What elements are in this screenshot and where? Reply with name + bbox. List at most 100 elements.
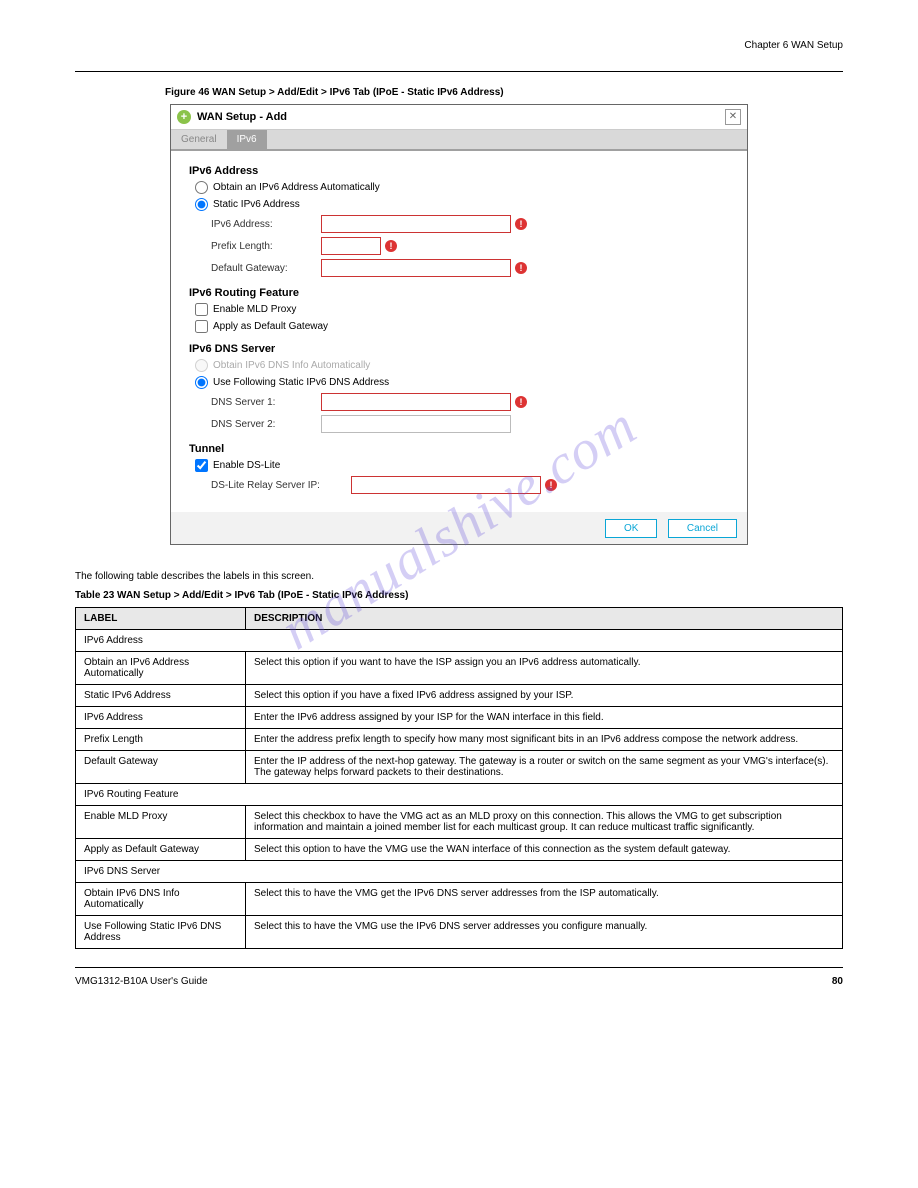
footer: VMG1312-B10A User's Guide 80 <box>75 976 843 987</box>
label-cell: Enable MLD Proxy <box>76 806 246 839</box>
label-cell: Static IPv6 Address <box>76 685 246 707</box>
dns1-row: DNS Server 1: ! <box>189 393 729 411</box>
table-row: Static IPv6 AddressSelect this option if… <box>76 685 843 707</box>
table-row: IPv6 Address <box>76 630 843 652</box>
description-table: LABEL DESCRIPTION IPv6 AddressObtain an … <box>75 607 843 949</box>
cancel-button[interactable]: Cancel <box>668 519 737 538</box>
ok-button[interactable]: OK <box>605 519 657 538</box>
prefix-length-label: Prefix Length: <box>211 241 321 252</box>
prefix-length-input[interactable] <box>321 237 381 255</box>
warning-icon: ! <box>515 262 527 274</box>
table-row: Default GatewayEnter the IP address of t… <box>76 751 843 784</box>
radio-obtain-auto-row[interactable]: Obtain an IPv6 Address Automatically <box>189 181 729 194</box>
table-row: Obtain IPv6 DNS Info AutomaticallySelect… <box>76 883 843 916</box>
wan-setup-modal: + WAN Setup - Add ✕ General IPv6 IPv6 Ad… <box>170 104 748 545</box>
section-cell: IPv6 DNS Server <box>76 861 843 883</box>
default-gw-row[interactable]: Apply as Default Gateway <box>189 320 729 333</box>
table-row: Prefix LengthEnter the address prefix le… <box>76 729 843 751</box>
section-tunnel: Tunnel <box>189 443 729 455</box>
warning-icon: ! <box>515 396 527 408</box>
desc-cell: Select this to have the VMG use the IPv6… <box>246 916 843 949</box>
desc-cell: Enter the IPv6 address assigned by your … <box>246 707 843 729</box>
table-intro: The following table describes the labels… <box>75 571 843 582</box>
th-label: LABEL <box>76 608 246 630</box>
dslite-checkbox[interactable] <box>195 459 208 472</box>
figure-caption: Figure 46 WAN Setup > Add/Edit > IPv6 Ta… <box>165 82 843 100</box>
label-cell: Prefix Length <box>76 729 246 751</box>
radio-obtain-auto[interactable] <box>195 181 208 194</box>
radio-dns-auto-row: Obtain IPv6 DNS Info Automatically <box>189 359 729 372</box>
default-gw-checkbox[interactable] <box>195 320 208 333</box>
radio-static-label: Static IPv6 Address <box>213 199 300 210</box>
section-cell: IPv6 Address <box>76 630 843 652</box>
radio-dns-static-row[interactable]: Use Following Static IPv6 DNS Address <box>189 376 729 389</box>
document-page: Chapter 6 WAN Setup manualshive.com Figu… <box>0 0 918 1017</box>
radio-obtain-auto-label: Obtain an IPv6 Address Automatically <box>213 182 380 193</box>
tab-general[interactable]: General <box>171 130 227 149</box>
label-cell: Default Gateway <box>76 751 246 784</box>
dns1-input[interactable] <box>321 393 511 411</box>
prefix-length-row: Prefix Length: ! <box>189 237 729 255</box>
desc-cell: Enter the address prefix length to speci… <box>246 729 843 751</box>
relay-input[interactable] <box>351 476 541 494</box>
radio-dns-static-label: Use Following Static IPv6 DNS Address <box>213 377 389 388</box>
modal-body: IPv6 Address Obtain an IPv6 Address Auto… <box>171 151 747 512</box>
add-icon: + <box>177 110 191 124</box>
mld-proxy-row[interactable]: Enable MLD Proxy <box>189 303 729 316</box>
section-dns: IPv6 DNS Server <box>189 343 729 355</box>
table-caption: Table 23 WAN Setup > Add/Edit > IPv6 Tab… <box>75 590 843 601</box>
radio-dns-auto <box>195 359 208 372</box>
tab-ipv6[interactable]: IPv6 <box>227 130 267 149</box>
dns2-input[interactable] <box>321 415 511 433</box>
section-cell: IPv6 Routing Feature <box>76 784 843 806</box>
modal-title: WAN Setup - Add <box>197 111 287 123</box>
dns2-row: DNS Server 2: <box>189 415 729 433</box>
dns1-label: DNS Server 1: <box>211 397 321 408</box>
ipv6-address-input[interactable] <box>321 215 511 233</box>
radio-dns-auto-label: Obtain IPv6 DNS Info Automatically <box>213 360 370 371</box>
th-desc: DESCRIPTION <box>246 608 843 630</box>
label-cell: IPv6 Address <box>76 707 246 729</box>
radio-static[interactable] <box>195 198 208 211</box>
table-row: Apply as Default GatewaySelect this opti… <box>76 839 843 861</box>
tab-bar: General IPv6 <box>171 130 747 151</box>
section-ipv6-address: IPv6 Address <box>189 165 729 177</box>
default-gateway-input[interactable] <box>321 259 511 277</box>
label-cell: Apply as Default Gateway <box>76 839 246 861</box>
desc-cell: Select this option if you have a fixed I… <box>246 685 843 707</box>
radio-static-row[interactable]: Static IPv6 Address <box>189 198 729 211</box>
dslite-row[interactable]: Enable DS-Lite <box>189 459 729 472</box>
mld-proxy-label: Enable MLD Proxy <box>213 304 296 315</box>
warning-icon: ! <box>545 479 557 491</box>
section-routing: IPv6 Routing Feature <box>189 287 729 299</box>
default-gw-label: Apply as Default Gateway <box>213 321 328 332</box>
guide-name: VMG1312-B10A User's Guide <box>75 976 208 987</box>
desc-cell: Select this checkbox to have the VMG act… <box>246 806 843 839</box>
desc-cell: Enter the IP address of the next-hop gat… <box>246 751 843 784</box>
default-gateway-label: Default Gateway: <box>211 263 321 274</box>
warning-icon: ! <box>385 240 397 252</box>
label-cell: Use Following Static IPv6 DNS Address <box>76 916 246 949</box>
modal-titlebar: + WAN Setup - Add ✕ <box>171 105 747 130</box>
close-icon[interactable]: ✕ <box>725 109 741 125</box>
default-gateway-row: Default Gateway: ! <box>189 259 729 277</box>
warning-icon: ! <box>515 218 527 230</box>
page-number: 80 <box>832 976 843 987</box>
modal-footer: OK Cancel <box>171 512 747 544</box>
table-row: IPv6 DNS Server <box>76 861 843 883</box>
ipv6-address-label: IPv6 Address: <box>211 219 321 230</box>
table-row: IPv6 Routing Feature <box>76 784 843 806</box>
footer-separator <box>75 967 843 968</box>
table-header-row: LABEL DESCRIPTION <box>76 608 843 630</box>
header-separator <box>75 71 843 72</box>
table-row: IPv6 AddressEnter the IPv6 address assig… <box>76 707 843 729</box>
radio-dns-static[interactable] <box>195 376 208 389</box>
relay-label: DS-Lite Relay Server IP: <box>211 480 351 491</box>
desc-cell: Select this to have the VMG get the IPv6… <box>246 883 843 916</box>
chapter-header: Chapter 6 WAN Setup <box>75 40 843 51</box>
mld-proxy-checkbox[interactable] <box>195 303 208 316</box>
table-row: Use Following Static IPv6 DNS AddressSel… <box>76 916 843 949</box>
label-cell: Obtain IPv6 DNS Info Automatically <box>76 883 246 916</box>
ipv6-address-row: IPv6 Address: ! <box>189 215 729 233</box>
desc-cell: Select this option to have the VMG use t… <box>246 839 843 861</box>
